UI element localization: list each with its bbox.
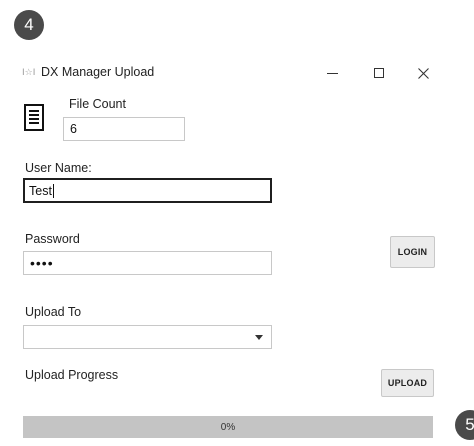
document-list-icon — [24, 104, 44, 131]
file-count-value: 6 — [70, 122, 77, 136]
maximize-button[interactable] — [367, 62, 391, 84]
password-input[interactable]: •••• — [23, 251, 272, 275]
minimize-button[interactable] — [320, 62, 344, 84]
window-title: DX Manager Upload — [41, 65, 155, 79]
file-count-field[interactable]: 6 — [63, 117, 185, 141]
app-icon: I☆I — [22, 68, 36, 78]
chevron-down-icon — [255, 335, 263, 340]
upload-to-select[interactable] — [23, 325, 272, 349]
upload-button[interactable]: UPLOAD — [381, 369, 434, 397]
maximize-icon — [374, 68, 384, 78]
step-5-badge: 5 — [455, 410, 474, 440]
login-button[interactable]: LOGIN — [390, 236, 435, 268]
upload-progress-label: Upload Progress — [25, 368, 119, 382]
user-name-input[interactable]: Test — [23, 178, 272, 203]
user-name-value: Test — [29, 183, 52, 198]
step-4-badge: 4 — [14, 10, 44, 40]
file-count-label: File Count — [69, 97, 126, 111]
password-label: Password — [25, 232, 80, 246]
user-name-label: User Name: — [25, 161, 92, 175]
minimize-icon — [326, 72, 338, 74]
password-masked-value: •••• — [30, 255, 54, 271]
close-button[interactable] — [411, 62, 435, 84]
progress-percent-text: 0% — [220, 421, 236, 433]
close-icon — [417, 67, 429, 79]
upload-progress-bar: 0% — [23, 416, 433, 438]
upload-to-label: Upload To — [25, 305, 82, 319]
text-caret — [52, 183, 54, 198]
